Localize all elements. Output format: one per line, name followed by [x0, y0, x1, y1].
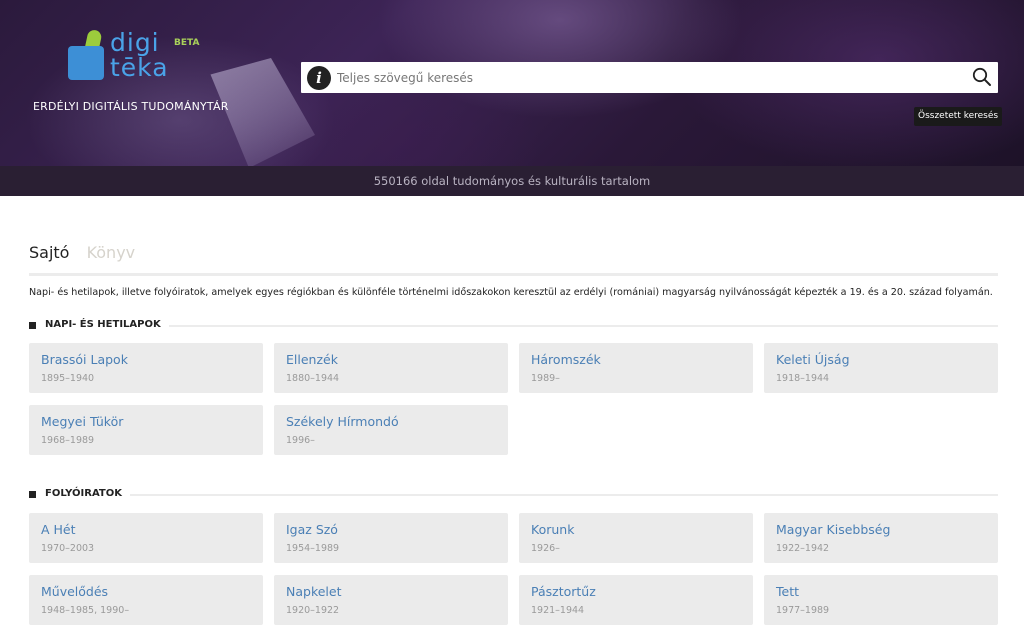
- publication-title[interactable]: Tett: [776, 584, 799, 599]
- publication-title[interactable]: Művelődés: [41, 584, 108, 599]
- site-header: digi tēka BETA ERDÉLYI DIGITÁLIS TUDOMÁN…: [0, 0, 1024, 168]
- publication-title[interactable]: Napkelet: [286, 584, 342, 599]
- publication-title[interactable]: Megyei Tükör: [41, 414, 123, 429]
- publication-title[interactable]: Ellenzék: [286, 352, 338, 367]
- section-title: NAPI- ÉS HETILAPOK: [45, 319, 169, 330]
- publication-card[interactable]: Ellenzék 1880–1944: [274, 343, 508, 393]
- tab-sajto[interactable]: Sajtó: [29, 243, 69, 262]
- advanced-search-button[interactable]: Összetett keresés: [914, 107, 1003, 126]
- stats-bar: 550166 oldal tudományos és kulturális ta…: [0, 166, 1024, 196]
- publication-card[interactable]: Brassói Lapok 1895–1940: [29, 343, 263, 393]
- publication-years: 1921–1944: [531, 605, 585, 616]
- publication-title[interactable]: Korunk: [531, 522, 574, 537]
- publication-card[interactable]: Tett 1977–1989: [764, 575, 998, 625]
- tabs-divider: [29, 273, 998, 276]
- search-bar: i: [301, 62, 998, 93]
- publication-card[interactable]: Művelődés 1948–1985, 1990–: [29, 575, 263, 625]
- publication-card[interactable]: Napkelet 1920–1922: [274, 575, 508, 625]
- publication-card[interactable]: Igaz Szó 1954–1989: [274, 513, 508, 563]
- publication-years: 1880–1944: [286, 373, 340, 384]
- publication-title[interactable]: Igaz Szó: [286, 522, 338, 537]
- publication-years: 1948–1985, 1990–: [41, 605, 130, 616]
- publication-card[interactable]: Háromszék 1989–: [519, 343, 753, 393]
- publication-title[interactable]: Székely Hírmondó: [286, 414, 399, 429]
- publication-card[interactable]: A Hét 1970–2003: [29, 513, 263, 563]
- logo-wordmark-line2: tēka: [110, 53, 169, 82]
- publication-title[interactable]: A Hét: [41, 522, 76, 537]
- publication-years: 1970–2003: [41, 543, 95, 554]
- publication-title[interactable]: Magyar Kisebbség: [776, 522, 890, 537]
- logo-mark-icon: [66, 28, 104, 80]
- search-icon[interactable]: [972, 67, 992, 87]
- section-bullet-icon: [29, 491, 36, 498]
- publication-title[interactable]: Pásztortűz: [531, 584, 596, 599]
- publication-years: 1954–1989: [286, 543, 340, 554]
- publication-card[interactable]: Magyar Kisebbség 1922–1942: [764, 513, 998, 563]
- publication-years: 1922–1942: [776, 543, 830, 554]
- section-header-napi-es-hetilapok: NAPI- ÉS HETILAPOK: [29, 319, 998, 333]
- publication-years: 1989–: [531, 373, 560, 384]
- publication-title[interactable]: Keleti Újság: [776, 352, 850, 367]
- publication-years: 1920–1922: [286, 605, 340, 616]
- category-description: Napi- és hetilapok, illetve folyóiratok,…: [29, 287, 993, 298]
- publication-card[interactable]: Keleti Újság 1918–1944: [764, 343, 998, 393]
- publication-years: 1926–: [531, 543, 560, 554]
- publication-card[interactable]: Megyei Tükör 1968–1989: [29, 405, 263, 455]
- search-input[interactable]: [337, 67, 957, 89]
- logo-wordmark: digi tēka: [110, 30, 180, 80]
- publication-title[interactable]: Brassói Lapok: [41, 352, 128, 367]
- background-crystal-decoration: [210, 58, 315, 168]
- stats-text: 550166 oldal tudományos és kulturális ta…: [373, 174, 651, 188]
- digiteka-logo[interactable]: digi tēka BETA: [66, 28, 200, 88]
- beta-badge: BETA: [174, 38, 200, 48]
- publication-years: 1977–1989: [776, 605, 830, 616]
- publication-years: 1996–: [286, 435, 315, 446]
- tab-konyv[interactable]: Könyv: [87, 243, 136, 262]
- publication-years: 1895–1940: [41, 373, 95, 384]
- site-tagline: ERDÉLYI DIGITÁLIS TUDOMÁNYTÁR: [33, 100, 229, 113]
- publication-card[interactable]: Székely Hírmondó 1996–: [274, 405, 508, 455]
- section-bullet-icon: [29, 322, 36, 329]
- section-divider: [45, 325, 998, 327]
- publication-title[interactable]: Háromszék: [531, 352, 601, 367]
- publication-years: 1918–1944: [776, 373, 830, 384]
- section-divider: [45, 494, 998, 496]
- publication-card[interactable]: Korunk 1926–: [519, 513, 753, 563]
- info-icon[interactable]: i: [307, 66, 331, 90]
- publication-years: 1968–1989: [41, 435, 95, 446]
- logo-wordmark-line1: digi: [110, 28, 160, 57]
- section-title: FOLYÓIRATOK: [45, 488, 130, 499]
- category-tabs: Sajtó Könyv: [29, 243, 147, 267]
- publication-card[interactable]: Pásztortűz 1921–1944: [519, 575, 753, 625]
- section-header-folyoiratok: FOLYÓIRATOK: [29, 488, 998, 502]
